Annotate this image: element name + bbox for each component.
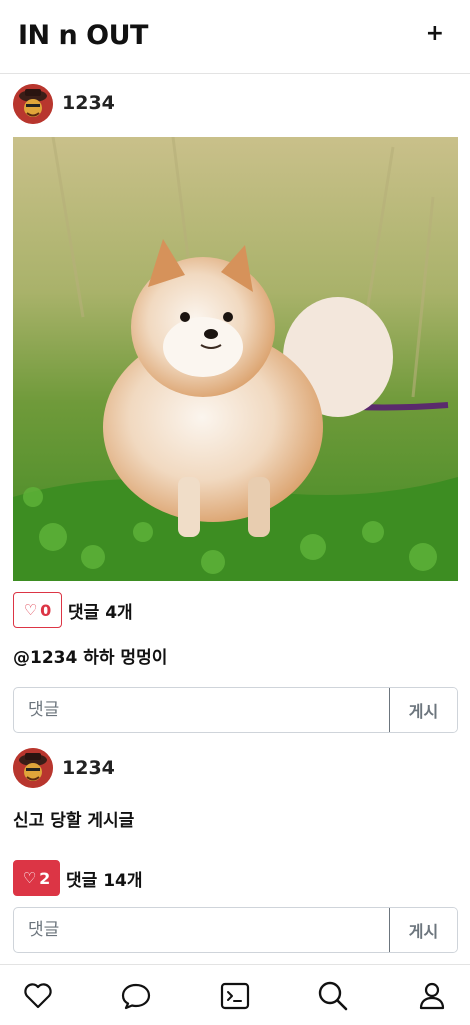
add-post-button[interactable]: + xyxy=(426,20,444,48)
bottom-nav xyxy=(0,964,470,1025)
comment-input[interactable] xyxy=(14,908,389,952)
like-count: 2 xyxy=(39,868,51,888)
avatar[interactable] xyxy=(13,748,53,788)
avatar[interactable] xyxy=(13,84,53,124)
app-header: IN n OUT + xyxy=(0,0,470,74)
comment-form: 게시 xyxy=(13,907,458,953)
heart-icon: ♡ xyxy=(22,869,37,887)
post-image xyxy=(13,137,458,581)
post-caption: @1234 하하 멍멍이 xyxy=(13,648,168,668)
like-count: 0 xyxy=(40,600,52,620)
nav-terminal-icon[interactable] xyxy=(218,979,252,1013)
like-button[interactable]: ♡ 0 xyxy=(13,592,62,628)
heart-icon: ♡ xyxy=(23,601,38,619)
comment-count-link[interactable]: 댓글 14개 xyxy=(66,866,143,891)
nav-heart-icon[interactable] xyxy=(21,979,55,1013)
comment-input[interactable] xyxy=(14,688,389,732)
comment-submit-button[interactable]: 게시 xyxy=(389,908,457,952)
comment-submit-button[interactable]: 게시 xyxy=(389,688,457,732)
nav-user-icon[interactable] xyxy=(415,979,449,1013)
nav-chat-icon[interactable] xyxy=(119,979,153,1013)
post-caption: 신고 당할 게시글 xyxy=(13,811,135,831)
like-button[interactable]: ♡ 2 xyxy=(13,860,60,896)
comment-count-link[interactable]: 댓글 4개 xyxy=(68,598,133,623)
post-username[interactable]: 1234 xyxy=(62,757,115,779)
app-logo[interactable]: IN n OUT xyxy=(18,20,148,51)
nav-search-icon[interactable] xyxy=(316,979,350,1013)
post-username[interactable]: 1234 xyxy=(62,92,115,114)
comment-form: 게시 xyxy=(13,687,458,733)
